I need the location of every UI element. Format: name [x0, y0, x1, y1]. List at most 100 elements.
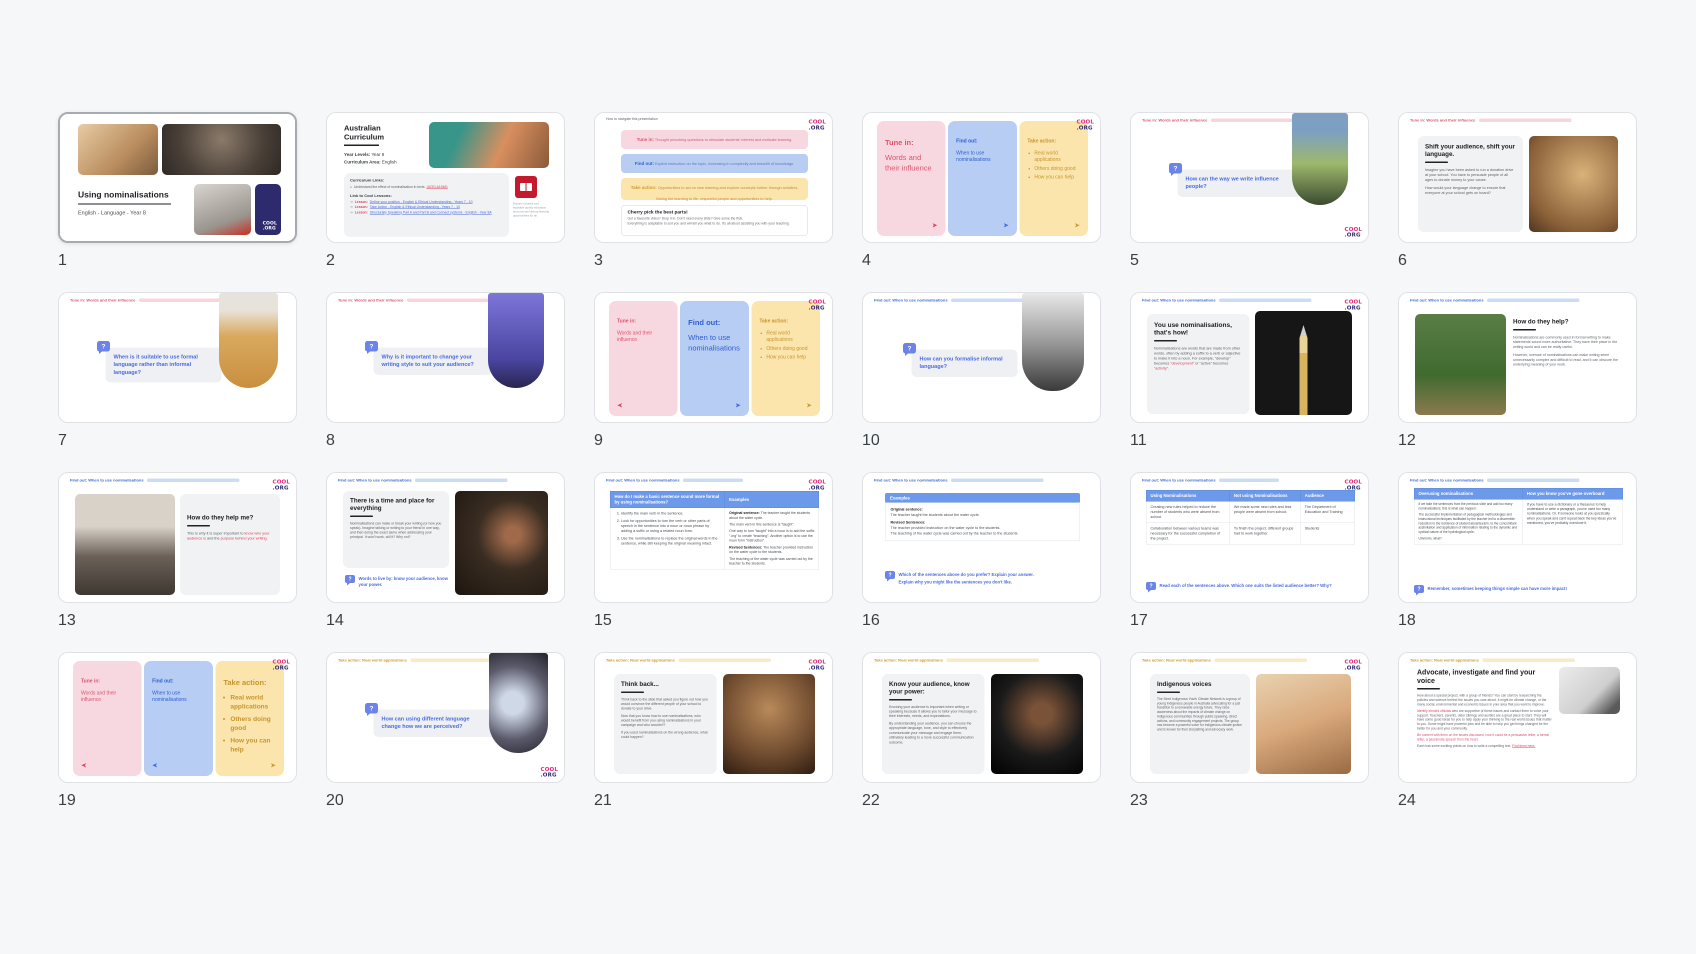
slide-cell-21: Take action: Real world applications COO… [594, 652, 833, 810]
slide-cell-7: Tune in: Words and their influence ? Whe… [58, 292, 297, 450]
slide-thumbnail-3[interactable]: How to navigate this presentation COOL.O… [594, 112, 833, 243]
slide-cell-12: Find out: When to use nominalisations Ho… [1398, 292, 1637, 450]
slide-thumbnail-1[interactable]: Using nominalisations English - Language… [58, 112, 297, 243]
prompt-text: Words to live by: know your audience, kn… [359, 576, 449, 588]
lesson-link[interactable]: Structurally Speaking Part A and Part B … [370, 210, 492, 215]
text-card: Indigenous voices The Seed Indigenous Yo… [1150, 674, 1250, 774]
slide-sorter-view: Using nominalisations English - Language… [0, 0, 1696, 954]
slide-number: 20 [326, 792, 565, 810]
slide-number: 8 [326, 432, 565, 450]
section-header: Take action: Real world applications [874, 658, 1039, 663]
slide-thumbnail-7[interactable]: Tune in: Words and their influence ? Whe… [58, 292, 297, 423]
take-action-column: Take action: Real world applicationsOthe… [751, 301, 820, 416]
question-text: How can the way we write influence peopl… [1178, 170, 1302, 197]
slide-title: Australian Curriculum [344, 124, 419, 142]
question-text: How can using different language change … [374, 710, 498, 737]
question-icon: ? [1146, 582, 1156, 590]
photo-children [429, 122, 549, 168]
slide-thumbnail-18[interactable]: Find out: When to use nominalisations Ov… [1398, 472, 1637, 603]
cool-org-logo: COOL.ORG [273, 659, 290, 671]
slide-thumbnail-23[interactable]: Take action: Real world applications COO… [1130, 652, 1369, 783]
slide-number: 23 [1130, 792, 1369, 810]
next-arrow-icon: ➤ [1003, 221, 1009, 230]
slide-thumbnail-17[interactable]: Find out: When to use nominalisations CO… [1130, 472, 1369, 603]
question-icon: ? [1414, 585, 1424, 593]
slide-thumbnail-15[interactable]: Find out: When to use nominalisations CO… [594, 472, 833, 603]
find-out-column: Find out: When to use nominalisations ➤ [144, 661, 213, 776]
question-text: How can you formalise informal language? [912, 350, 1018, 377]
slide-thumbnail-2[interactable]: Australian Curriculum Year Levels: Year … [326, 112, 565, 243]
slide-cell-13: Find out: When to use nominalisations CO… [58, 472, 297, 630]
area-value: English [381, 160, 397, 165]
brand-panel: COOL.ORG [255, 184, 281, 235]
slide-cell-9: Tune in: Words and their influence ➤ Fin… [594, 292, 833, 450]
text-card: Shift your audience, shift your language… [1418, 136, 1523, 232]
find-them-here-link[interactable]: Find them here. [1512, 744, 1535, 748]
question-icon: ? [97, 341, 110, 352]
slide-number: 18 [1398, 612, 1637, 630]
slide-thumbnail-11[interactable]: Find out: When to use nominalisations CO… [1130, 292, 1369, 423]
slide-thumbnail-24[interactable]: Take action: Real world applications Adv… [1398, 652, 1637, 783]
examples-body: Original sentence: The teacher taught th… [885, 502, 1080, 541]
slide-thumbnail-5[interactable]: Tune in: Words and their influence ? How… [1130, 112, 1369, 243]
slide-thumbnail-20[interactable]: Take action: Real world applications ? H… [326, 652, 565, 783]
question-icon: ? [365, 341, 378, 352]
photo-presenter [194, 184, 251, 235]
area-label: Curriculum Area: [344, 160, 381, 165]
take-action-banner: Take action: Opportunities to act on new… [621, 178, 808, 200]
slide-title: You use nominalisations, that's how! [1154, 321, 1243, 336]
slide-thumbnail-19[interactable]: Tune in: Words and their influence ➤ Fin… [58, 652, 297, 783]
slide-thumbnail-21[interactable]: Take action: Real world applications COO… [594, 652, 833, 783]
slide-thumbnail-14[interactable]: Find out: When to use nominalisations Th… [326, 472, 565, 603]
slide-number: 11 [1130, 432, 1369, 450]
tune-in-banner: Tune in: Thought provoking questions to … [621, 130, 808, 149]
slide-cell-8: Tune in: Words and their influence ? Why… [326, 292, 565, 450]
text-card: Think back... Think back to the slide th… [614, 674, 717, 774]
slide-number: 21 [594, 792, 833, 810]
photo-audience [162, 124, 281, 175]
slide-thumbnail-10[interactable]: Find out: When to use nominalisations ? … [862, 292, 1101, 423]
year-value: Year 8 [370, 152, 384, 157]
text-card: You use nominalisations, that's how! Nom… [1147, 314, 1250, 414]
slide-thumbnail-4[interactable]: Tune in: Words and their influence ➤ Fin… [862, 112, 1101, 243]
slide-thumbnail-9[interactable]: Tune in: Words and their influence ➤ Fin… [594, 292, 833, 423]
section-header: Find out: When to use nominalisations [70, 478, 240, 483]
slide-header-label: How to navigate this presentation [606, 118, 658, 122]
slide-thumbnail-6[interactable]: Tune in: Words and their influence Shift… [1398, 112, 1637, 243]
next-arrow-icon: ➤ [270, 761, 276, 770]
slide-cell-11: Find out: When to use nominalisations CO… [1130, 292, 1369, 450]
slide-grid: Using nominalisations English - Language… [58, 112, 1637, 810]
cool-org-logo: COOL.ORG [263, 222, 277, 231]
slide-title: Indigenous voices [1157, 681, 1243, 688]
photo-pen [1559, 667, 1620, 714]
deck-title: Using nominalisations [78, 190, 183, 200]
curriculum-links-heading: Curriculum Links: [350, 178, 503, 183]
find-out-column: Find out: When to use nominalisations ➤ [948, 121, 1017, 236]
tune-in-column: Tune in: Words and their influence ➤ [609, 301, 678, 416]
slide-thumbnail-16[interactable]: Find out: When to use nominalisations Ex… [862, 472, 1101, 603]
slide-cell-14: Find out: When to use nominalisations Th… [326, 472, 565, 630]
cool-org-logo: COOL.ORG [809, 659, 826, 671]
text-card: How do they help me? This is why it is s… [180, 494, 280, 595]
find-out-banner: Find out: Explicit instruction on the to… [621, 154, 808, 173]
photo-person-suit [1022, 293, 1084, 391]
question-icon: ? [885, 571, 895, 579]
photo-milk-pour [219, 293, 278, 388]
slide-cell-16: Find out: When to use nominalisations Ex… [862, 472, 1101, 630]
question-icon: ? [903, 343, 916, 354]
lesson-arrow-icon: ➔ [350, 210, 353, 215]
slide-thumbnail-13[interactable]: Find out: When to use nominalisations CO… [58, 472, 297, 603]
slide-thumbnail-22[interactable]: Take action: Real world applications Kno… [862, 652, 1101, 783]
slide-number: 7 [58, 432, 297, 450]
slide-cell-22: Take action: Real world applications Kno… [862, 652, 1101, 810]
question-text: Why is it important to change your writi… [374, 348, 493, 375]
curriculum-code-link[interactable]: (ACELA1546) [427, 185, 448, 190]
slide-thumbnail-8[interactable]: Tune in: Words and their influence ? Why… [326, 292, 565, 423]
slide-cell-6: Tune in: Words and their influence Shift… [1398, 112, 1637, 270]
slide-thumbnail-12[interactable]: Find out: When to use nominalisations Ho… [1398, 292, 1637, 423]
slide-number: 5 [1130, 252, 1369, 270]
slide-title: Know your audience, know your power: [889, 681, 978, 696]
slide-title: How do they help? [1513, 318, 1620, 325]
slide-cell-24: Take action: Real world applications Adv… [1398, 652, 1637, 810]
bullet-icon: ● [350, 185, 352, 190]
